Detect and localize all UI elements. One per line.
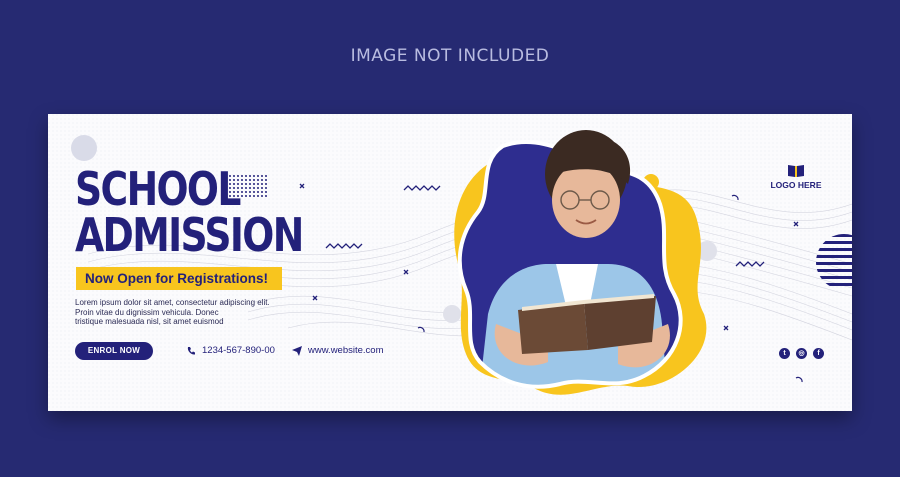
- image-not-included-note: IMAGE NOT INCLUDED: [350, 46, 550, 66]
- enrol-now-button[interactable]: ENROL NOW: [75, 342, 153, 360]
- registration-banner: Now Open for Registrations!: [76, 267, 282, 290]
- logo: LOGO HERE: [766, 164, 826, 190]
- phone-number: 1234-567-890-00: [202, 345, 275, 356]
- registration-text: Now Open for Registrations!: [85, 271, 269, 286]
- phone-contact: 1234-567-890-00: [186, 345, 275, 356]
- body-line: tristique malesuada nisl, sit amet euism…: [75, 317, 224, 327]
- headline-school: SCHOOL: [75, 162, 241, 216]
- body-paragraph: Lorem ipsum dolor sit amet, consectetur …: [75, 298, 315, 327]
- phone-icon: [187, 346, 195, 355]
- website-url[interactable]: www.website.com: [308, 345, 384, 356]
- website-contact: www.website.com: [292, 345, 384, 356]
- twitter-icon[interactable]: t: [779, 348, 790, 359]
- logo-text: LOGO HERE: [770, 180, 822, 190]
- send-icon: [292, 345, 302, 356]
- banner-decoration: [48, 114, 852, 411]
- headline-admission: ADMISSION: [75, 208, 304, 262]
- facebook-icon[interactable]: f: [813, 348, 824, 359]
- admission-banner: SCHOOL ADMISSION Now Open for Registrati…: [48, 114, 852, 411]
- instagram-icon[interactable]: ◎: [796, 348, 807, 359]
- body-line: Lorem ipsum dolor sit amet, consectetur …: [75, 298, 270, 307]
- book-logo-icon: [788, 165, 804, 177]
- body-line: Proin vitae du dignissim vehicula. Donec: [75, 307, 219, 317]
